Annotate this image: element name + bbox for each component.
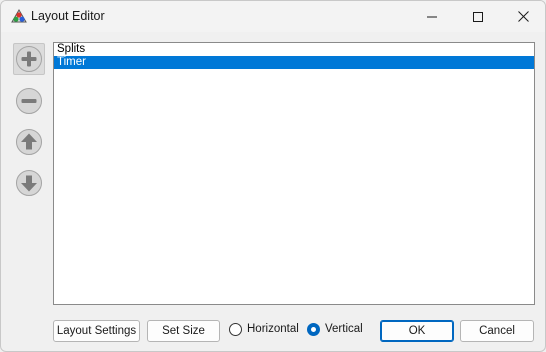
app-icon xyxy=(11,9,27,23)
vertical-radio-label[interactable]: Vertical xyxy=(325,323,363,335)
add-button[interactable] xyxy=(13,43,45,75)
window-title: Layout Editor xyxy=(31,9,105,23)
vertical-radio[interactable] xyxy=(307,323,320,336)
list-item-selected[interactable]: Timer xyxy=(54,56,534,69)
remove-button[interactable] xyxy=(13,85,45,117)
ok-button[interactable]: OK xyxy=(380,320,454,342)
arrow-down-icon xyxy=(16,170,42,196)
maximize-icon xyxy=(473,11,483,22)
minimize-icon xyxy=(427,16,437,17)
close-button[interactable] xyxy=(500,1,545,32)
cancel-button[interactable]: Cancel xyxy=(460,320,534,342)
minimize-button[interactable] xyxy=(409,1,455,32)
title-bar[interactable]: Layout Editor xyxy=(1,1,545,32)
plus-icon xyxy=(16,46,42,72)
components-list[interactable]: Splits Timer xyxy=(53,42,535,305)
horizontal-radio-label[interactable]: Horizontal xyxy=(247,323,299,335)
move-down-button[interactable] xyxy=(13,167,45,199)
close-icon xyxy=(517,11,529,22)
horizontal-radio[interactable] xyxy=(229,323,242,336)
minus-icon xyxy=(16,88,42,114)
list-item[interactable]: Splits xyxy=(54,43,534,56)
set-size-button[interactable]: Set Size xyxy=(147,320,220,342)
move-up-button[interactable] xyxy=(13,126,45,158)
arrow-up-icon xyxy=(16,129,42,155)
layout-settings-button[interactable]: Layout Settings xyxy=(53,320,140,342)
layout-editor-window: Layout Editor Splits Timer Layout Settin… xyxy=(0,0,546,352)
maximize-button[interactable] xyxy=(455,1,501,32)
